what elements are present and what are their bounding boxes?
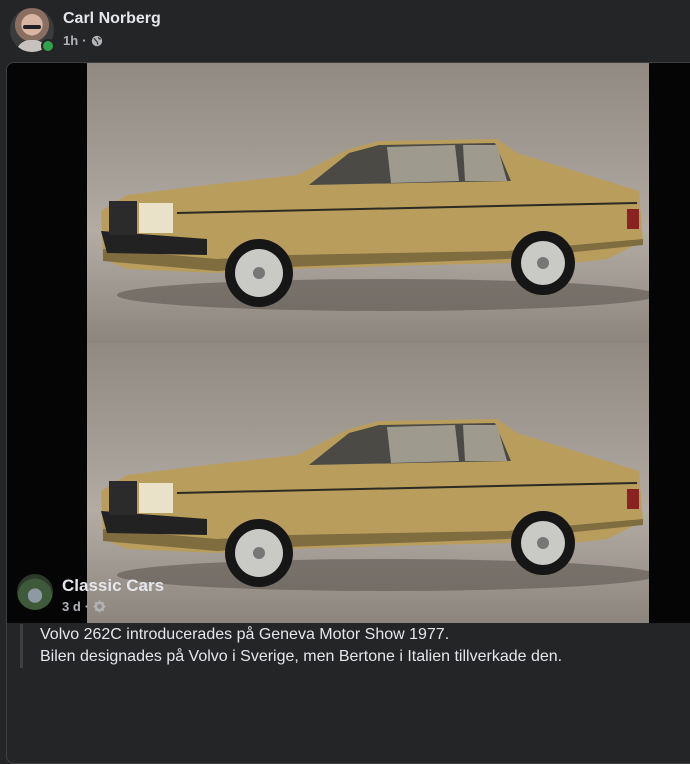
shared-post-time[interactable]: 3 d (62, 599, 81, 614)
group-name[interactable]: Classic Cars (62, 576, 164, 596)
post-header: Carl Norberg 1h · (0, 0, 690, 62)
post-meta: 1h · (63, 33, 103, 48)
online-status-dot (41, 39, 55, 53)
shared-post-text: Volvo 262C introducerades på Geneva Moto… (20, 624, 690, 668)
shared-media[interactable] (7, 63, 690, 623)
author-name[interactable]: Carl Norberg (63, 10, 161, 28)
group-avatar[interactable] (17, 574, 53, 610)
post-time[interactable]: 1h (63, 33, 78, 48)
shared-post-text-line-2: Bilen designades på Volvo i Sverige, men… (40, 648, 563, 665)
gear-icon[interactable] (93, 600, 106, 613)
shared-post-meta: 3 d · (62, 599, 106, 614)
car-photo-top[interactable] (87, 63, 649, 343)
meta-separator: · (82, 33, 87, 48)
shared-meta-separator: · (84, 599, 90, 614)
shared-post-text-line-1: Volvo 262C introducerades på Geneva Moto… (40, 626, 450, 643)
car-photo-bottom[interactable] (87, 343, 649, 623)
globe-icon[interactable] (91, 35, 103, 47)
